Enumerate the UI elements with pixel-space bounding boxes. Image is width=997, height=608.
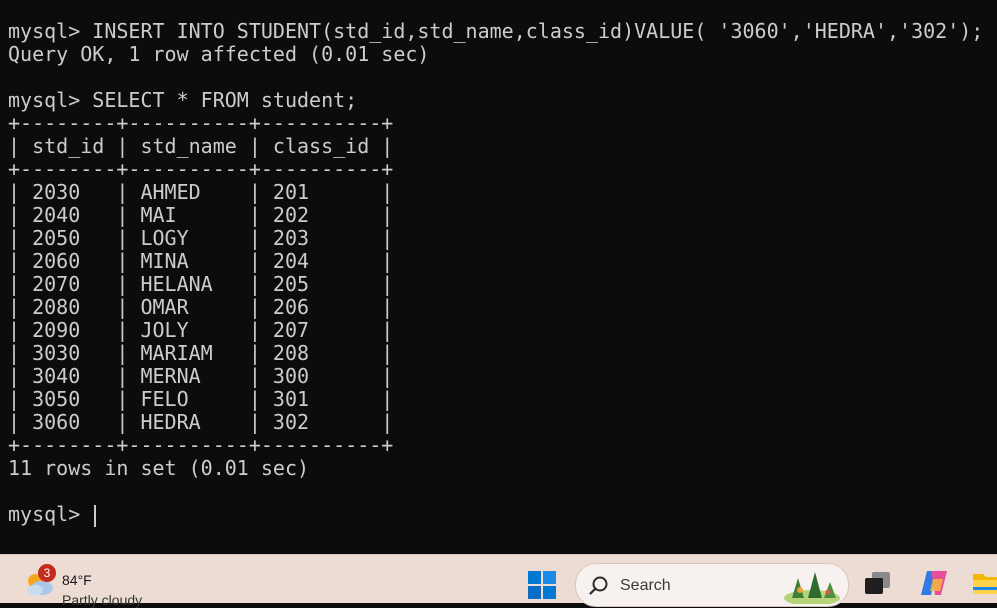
table-header-row: | std_id | std_name | class_id | (8, 134, 394, 158)
table-row: | 3050 | FELO | 301 | (8, 387, 394, 411)
text-cursor (94, 504, 97, 527)
search-icon (589, 576, 608, 595)
table-row: | 3030 | MARIAM | 208 | (8, 341, 394, 365)
windows-logo-icon (528, 571, 556, 599)
terminal-line-row-count: 11 rows in set (0.01 sec) (8, 456, 310, 480)
start-button[interactable] (522, 565, 562, 605)
table-row: | 2070 | HELANA | 205 | (8, 272, 394, 296)
terminal-line-select-command: mysql> SELECT * FROM student; (8, 88, 358, 112)
terminal-prompt-line[interactable]: mysql> (8, 502, 97, 527)
table-border-top: +--------+----------+----------+ (8, 111, 394, 135)
weather-widget[interactable]: 3 84°F Partly cloudy (18, 561, 168, 608)
notification-badge: 3 (38, 564, 56, 582)
weather-condition: Partly cloudy (62, 592, 143, 608)
table-row: | 2050 | LOGY | 203 | (8, 226, 394, 250)
terminal-line-insert-command: mysql> INSERT INTO STUDENT(std_id,std_na… (8, 19, 984, 43)
weather-temperature: 84°F (62, 572, 92, 588)
table-row: | 3060 | HEDRA | 302 | (8, 410, 394, 434)
search-input[interactable]: Search (575, 563, 849, 607)
search-placeholder: Search (620, 577, 671, 594)
table-border-bottom: +--------+----------+----------+ (8, 433, 394, 457)
table-row: | 2080 | OMAR | 206 | (8, 295, 394, 319)
task-view-icon[interactable] (862, 567, 894, 599)
table-row: | 2030 | AHMED | 201 | (8, 180, 394, 204)
table-border-header: +--------+----------+----------+ (8, 157, 394, 181)
file-explorer-icon[interactable] (971, 567, 997, 599)
table-row: | 2060 | MINA | 204 | (8, 249, 394, 273)
search-highlight-illustration (784, 572, 840, 604)
terminal-window[interactable]: mysql> INSERT INTO STUDENT(std_id,std_na… (0, 0, 997, 554)
copilot-icon[interactable] (918, 567, 950, 599)
table-row: | 2040 | MAI | 202 | (8, 203, 394, 227)
table-row: | 2090 | JOLY | 207 | (8, 318, 394, 342)
table-row: | 3040 | MERNA | 300 | (8, 364, 394, 388)
terminal-line-query-ok: Query OK, 1 row affected (0.01 sec) (8, 42, 430, 66)
terminal-prompt: mysql> (8, 502, 93, 526)
taskbar: 3 84°F Partly cloudy Search (0, 554, 997, 608)
